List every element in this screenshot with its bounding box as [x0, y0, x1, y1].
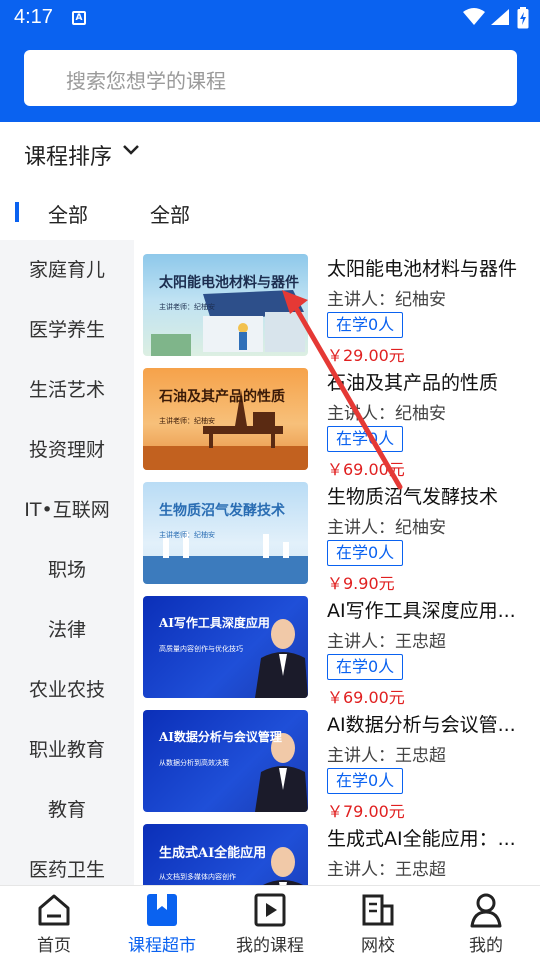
nav-label: 首页: [37, 936, 71, 956]
nav-label: 我的课程: [236, 936, 304, 956]
play-book-icon: [254, 893, 286, 927]
nav-mine[interactable]: 我的: [432, 886, 540, 960]
thumb-title: AI数据分析与会议管理: [159, 730, 282, 744]
learning-count-badge: 在学0人: [327, 768, 404, 794]
bookmark-icon: [147, 894, 177, 926]
course-item[interactable]: 太阳能电池材料与器件 主讲老师：纪柚安 太阳能电池材料与器件 主讲人：纪柚安 在…: [134, 240, 540, 365]
nav-my-courses[interactable]: 我的课程: [216, 886, 324, 960]
learning-count-badge: 在学0人: [327, 312, 404, 338]
school-icon: [362, 894, 394, 926]
thumb-subtitle: 主讲老师：纪柚安: [159, 303, 215, 311]
active-indicator: [15, 202, 19, 222]
course-lecturer: 主讲人：纪柚安: [327, 518, 446, 538]
course-list[interactable]: 太阳能电池材料与器件 主讲老师：纪柚安 太阳能电池材料与器件 主讲人：纪柚安 在…: [134, 240, 540, 885]
search-placeholder: 搜索您想学的课程: [66, 69, 226, 93]
sidebar-item-education[interactable]: 教育: [0, 780, 134, 840]
app-header: 4:17 A 搜索您想学的课程: [0, 0, 540, 122]
course-title[interactable]: 石油及其产品的性质: [327, 368, 532, 395]
nav-label: 网校: [361, 936, 395, 956]
search-input[interactable]: 搜索您想学的课程: [24, 50, 517, 106]
nav-label: 课程超市: [128, 936, 196, 956]
thumb-subtitle: 高质量内容创作与优化技巧: [159, 645, 243, 653]
learning-count-badge: 在学0人: [327, 540, 404, 566]
sidebar-item-medicine[interactable]: 医药卫生: [0, 840, 134, 885]
wifi-icon: [463, 8, 485, 25]
nav-label: 我的: [469, 936, 503, 956]
course-item[interactable]: 生成式AI全能应用 从文档到多媒体内容创作 生成式AI全能应用：... 主讲人：…: [134, 810, 540, 885]
course-lecturer: 主讲人：王忠超: [327, 860, 446, 880]
course-title[interactable]: AI数据分析与会议管...: [327, 710, 532, 737]
thumb-subtitle: 从数据分析到高效决策: [159, 759, 229, 767]
sidebar-item-career[interactable]: 职场: [0, 540, 134, 600]
sidebar-item-it[interactable]: IT•互联网: [0, 480, 134, 540]
signal-icon: [491, 9, 509, 25]
course-lecturer: 主讲人：王忠超: [327, 746, 446, 766]
thumb-subtitle: 主讲老师：纪柚安: [159, 531, 215, 539]
category-header: 全部 全部: [0, 184, 540, 240]
chevron-down-icon: [123, 145, 139, 155]
course-lecturer: 主讲人：纪柚安: [327, 404, 446, 424]
thumb-title: 太阳能电池材料与器件: [159, 275, 299, 291]
course-thumbnail[interactable]: AI写作工具深度应用 高质量内容创作与优化技巧: [143, 596, 308, 698]
category-sidebar[interactable]: 家庭育儿 医学养生 生活艺术 投资理财 IT•互联网 职场 法律 农业农技 职业…: [0, 240, 134, 885]
course-title[interactable]: 太阳能电池材料与器件: [327, 254, 532, 281]
sort-label: 课程排序: [24, 145, 113, 170]
bottom-navigation: 首页 课程超市 我的课程 网校 我的: [0, 885, 540, 960]
sidebar-item-lifestyle[interactable]: 生活艺术: [0, 360, 134, 420]
subcategory-all-label: 全部: [150, 203, 190, 227]
course-title[interactable]: 生物质沼气发酵技术: [327, 482, 532, 509]
course-lecturer: 主讲人：纪柚安: [327, 290, 446, 310]
course-title[interactable]: AI写作工具深度应用...: [327, 596, 532, 623]
battery-icon: [517, 7, 529, 29]
thumb-title: 石油及其产品的性质: [159, 389, 285, 405]
course-thumbnail[interactable]: 石油及其产品的性质 主讲老师：纪柚安: [143, 368, 308, 470]
sidebar-item-health[interactable]: 医学养生: [0, 300, 134, 360]
course-thumbnail[interactable]: 生成式AI全能应用 从文档到多媒体内容创作: [143, 824, 308, 885]
thumb-subtitle: 主讲老师：纪柚安: [159, 417, 215, 425]
nav-course-market[interactable]: 课程超市: [108, 886, 216, 960]
course-thumbnail[interactable]: AI数据分析与会议管理 从数据分析到高效决策: [143, 710, 308, 812]
sidebar-item-law[interactable]: 法律: [0, 600, 134, 660]
sidebar-item-parenting[interactable]: 家庭育儿: [0, 240, 134, 300]
home-icon: [38, 894, 70, 926]
course-title[interactable]: 生成式AI全能应用：...: [327, 824, 532, 851]
course-item[interactable]: AI写作工具深度应用 高质量内容创作与优化技巧 AI写作工具深度应用... 主讲…: [134, 582, 540, 707]
course-item[interactable]: 石油及其产品的性质 主讲老师：纪柚安 石油及其产品的性质 主讲人：纪柚安 在学0…: [134, 354, 540, 479]
learning-count-badge: 在学0人: [327, 426, 404, 452]
person-icon: [470, 893, 502, 928]
nav-home[interactable]: 首页: [0, 886, 108, 960]
thumb-title: 生成式AI全能应用: [159, 846, 267, 861]
status-bar: 4:17 A: [0, 0, 540, 36]
category-all-tab[interactable]: 全部: [48, 199, 88, 228]
sort-dropdown[interactable]: 课程排序: [0, 122, 540, 184]
sidebar-item-agriculture[interactable]: 农业农技: [0, 660, 134, 720]
status-time: 4:17: [14, 6, 53, 28]
course-thumbnail[interactable]: 太阳能电池材料与器件 主讲老师：纪柚安: [143, 254, 308, 356]
sidebar-item-finance[interactable]: 投资理财: [0, 420, 134, 480]
sidebar-item-vocational[interactable]: 职业教育: [0, 720, 134, 780]
thumb-title: AI写作工具深度应用: [159, 616, 270, 630]
learning-count-badge: 在学0人: [327, 654, 404, 680]
course-thumbnail[interactable]: 生物质沼气发酵技术 主讲老师：纪柚安: [143, 482, 308, 584]
course-lecturer: 主讲人：王忠超: [327, 632, 446, 652]
course-item[interactable]: AI数据分析与会议管理 从数据分析到高效决策 AI数据分析与会议管... 主讲人…: [134, 696, 540, 821]
course-item[interactable]: 生物质沼气发酵技术 主讲老师：纪柚安 生物质沼气发酵技术 主讲人：纪柚安 在学0…: [134, 468, 540, 593]
thumb-title: 生物质沼气发酵技术: [159, 503, 285, 519]
notification-icon: A: [72, 11, 86, 25]
nav-school[interactable]: 网校: [324, 886, 432, 960]
thumb-subtitle: 从文档到多媒体内容创作: [159, 873, 236, 881]
